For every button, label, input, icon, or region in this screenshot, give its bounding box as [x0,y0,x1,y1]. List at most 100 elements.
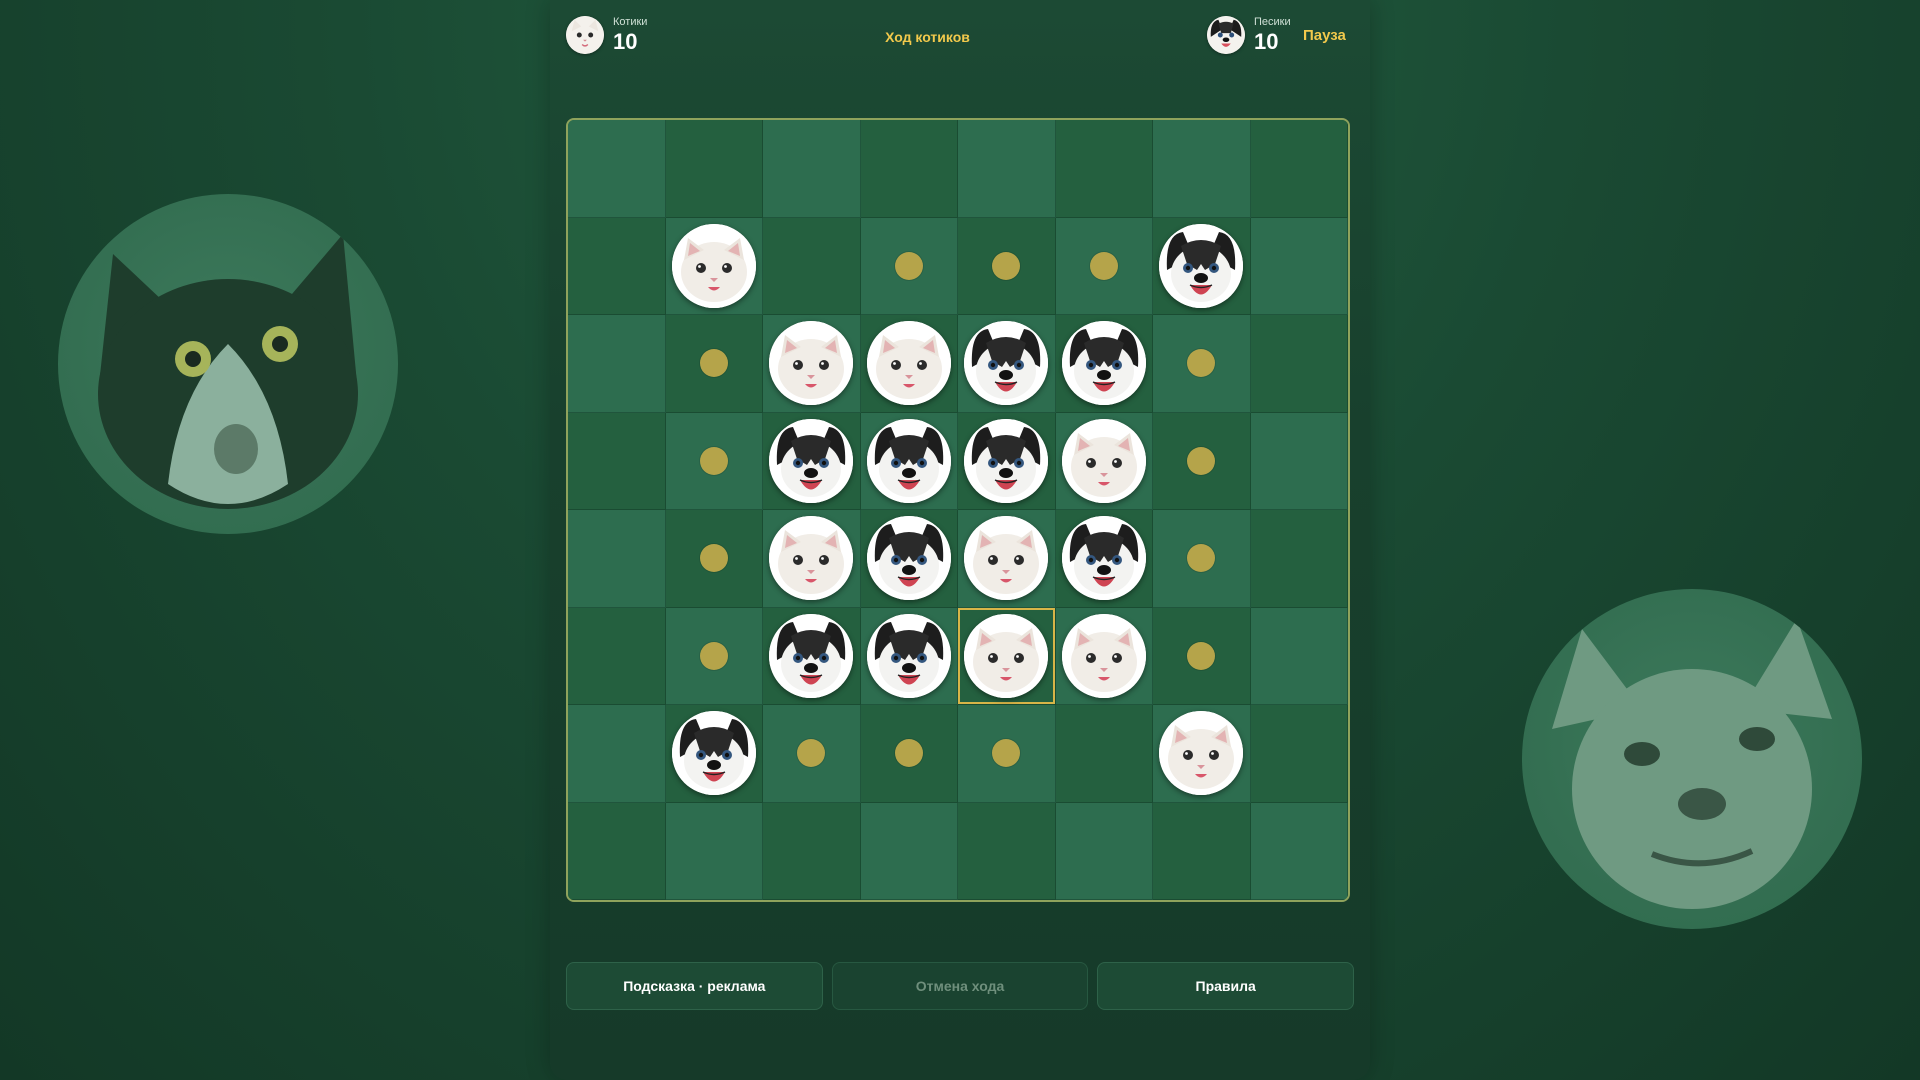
board-cell[interactable] [568,315,666,413]
dog-piece-icon[interactable] [964,418,1049,503]
board-cell[interactable] [958,217,1056,315]
board-cell[interactable] [1055,120,1153,218]
board-cell[interactable] [958,120,1056,218]
board-cell[interactable] [568,705,666,803]
dog-piece-icon[interactable] [769,613,854,698]
board-cell[interactable] [1250,802,1348,900]
cat-piece-icon[interactable] [1061,613,1146,698]
board-cell[interactable] [860,802,958,900]
dog-piece-icon[interactable] [671,711,756,796]
dog-piece-icon[interactable] [964,321,1049,406]
rules-button[interactable]: Правила [1097,962,1355,1010]
board-cell[interactable] [860,217,958,315]
board-cell[interactable] [1055,705,1153,803]
board-cell[interactable] [1250,705,1348,803]
valid-move-hint[interactable] [1187,446,1216,475]
board-cell[interactable] [763,412,861,510]
board-cell[interactable] [860,607,958,705]
board-cell[interactable] [860,120,958,218]
board-cell[interactable] [665,120,763,218]
board-cell[interactable] [665,705,763,803]
board-cell[interactable] [1055,607,1153,705]
board-cell[interactable] [568,510,666,608]
board-cell[interactable] [1250,315,1348,413]
dog-piece-icon[interactable] [1159,223,1244,308]
valid-move-hint[interactable] [797,739,826,768]
board-cell[interactable] [860,705,958,803]
board-cell-selected[interactable] [958,607,1056,705]
board-cell[interactable] [665,802,763,900]
board-cell[interactable] [763,315,861,413]
dog-piece-icon[interactable] [866,418,951,503]
valid-move-hint[interactable] [1187,349,1216,378]
board-cell[interactable] [860,315,958,413]
cat-piece-icon[interactable] [769,516,854,601]
valid-move-hint[interactable] [699,446,728,475]
board-cell[interactable] [1153,607,1251,705]
board-cell[interactable] [1250,607,1348,705]
board-cell[interactable] [763,510,861,608]
dog-piece-icon[interactable] [1061,321,1146,406]
board-cell[interactable] [763,120,861,218]
board-cell[interactable] [958,315,1056,413]
valid-move-hint[interactable] [894,739,923,768]
cat-piece-icon[interactable] [1159,711,1244,796]
board-cell[interactable] [958,705,1056,803]
board-cell[interactable] [1055,315,1153,413]
board-cell[interactable] [1250,120,1348,218]
board-cell[interactable] [1055,510,1153,608]
board-cell[interactable] [1153,315,1251,413]
board-cell[interactable] [958,802,1056,900]
board-cell[interactable] [1250,217,1348,315]
cat-piece-icon[interactable] [964,613,1049,698]
board-cell[interactable] [568,607,666,705]
board-cell[interactable] [958,510,1056,608]
board-cell[interactable] [568,120,666,218]
board-cell[interactable] [1153,217,1251,315]
pause-button[interactable]: Пауза [1303,27,1346,44]
dog-piece-icon[interactable] [866,613,951,698]
board-cell[interactable] [860,412,958,510]
valid-move-hint[interactable] [699,641,728,670]
cat-piece-icon[interactable] [1061,418,1146,503]
board-cell[interactable] [763,802,861,900]
dog-piece-icon[interactable] [1061,516,1146,601]
board-cell[interactable] [665,315,763,413]
board-cell[interactable] [665,607,763,705]
board-cell[interactable] [958,412,1056,510]
board-cell[interactable] [1250,510,1348,608]
board-cell[interactable] [1055,217,1153,315]
board-cell[interactable] [568,802,666,900]
board-cell[interactable] [568,412,666,510]
board-cell[interactable] [665,412,763,510]
board-cell[interactable] [665,217,763,315]
valid-move-hint[interactable] [992,739,1021,768]
board-cell[interactable] [763,705,861,803]
board-cell[interactable] [1250,412,1348,510]
board-cell[interactable] [1153,510,1251,608]
dog-piece-icon[interactable] [866,516,951,601]
board-cell[interactable] [1153,120,1251,218]
undo-button[interactable]: Отмена хода [831,962,1089,1010]
valid-move-hint[interactable] [992,251,1021,280]
valid-move-hint[interactable] [699,544,728,573]
valid-move-hint[interactable] [1089,251,1118,280]
board-cell[interactable] [1153,705,1251,803]
board-cell[interactable] [568,217,666,315]
board-cell[interactable] [1153,802,1251,900]
cat-piece-icon[interactable] [769,321,854,406]
hint-ad-button[interactable]: Подсказка · реклама [566,962,823,1010]
board-cell[interactable] [1055,412,1153,510]
cat-piece-icon[interactable] [671,223,756,308]
board-cell[interactable] [763,607,861,705]
board-cell[interactable] [1153,412,1251,510]
valid-move-hint[interactable] [699,349,728,378]
cat-piece-icon[interactable] [964,516,1049,601]
board-cell[interactable] [1055,802,1153,900]
valid-move-hint[interactable] [1187,641,1216,670]
board-cell[interactable] [665,510,763,608]
board-cell[interactable] [763,217,861,315]
cat-piece-icon[interactable] [866,321,951,406]
valid-move-hint[interactable] [1187,544,1216,573]
board-cell[interactable] [860,510,958,608]
